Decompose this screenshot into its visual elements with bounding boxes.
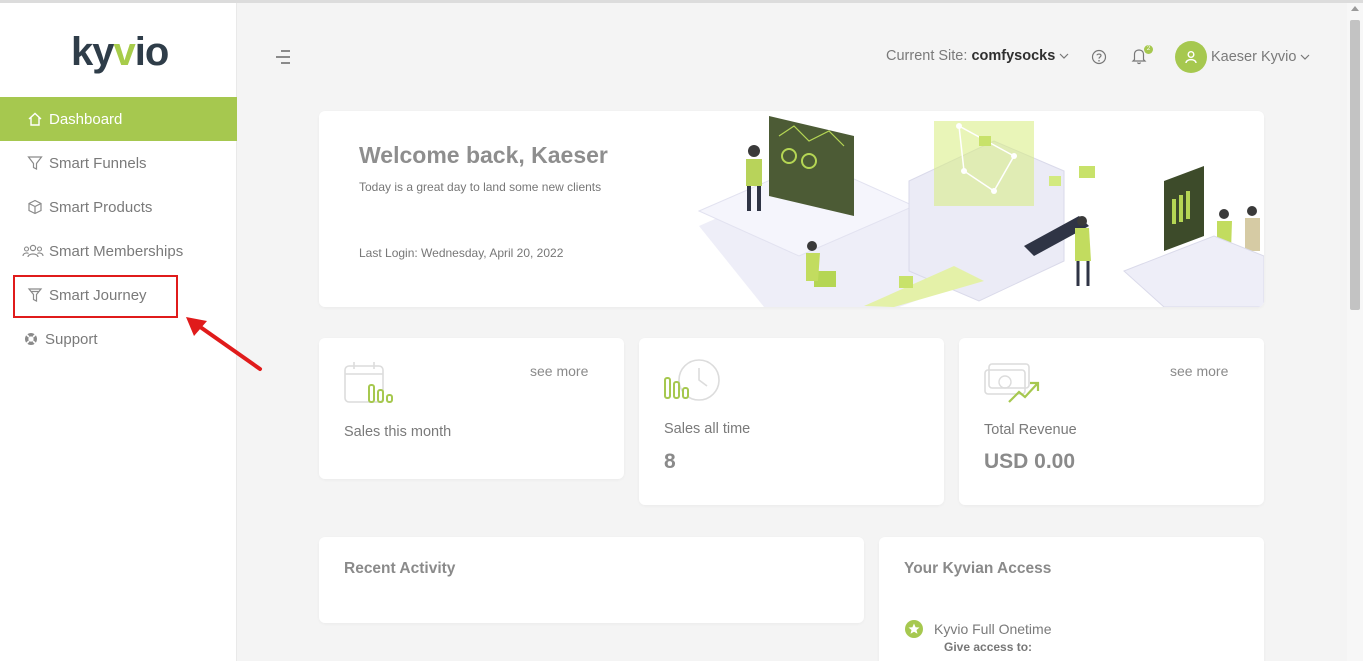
question-circle-icon <box>1091 49 1107 65</box>
sidebar-item-dashboard[interactable]: Dashboard <box>0 97 237 141</box>
star-badge-icon <box>905 620 923 638</box>
sidebar-item-label: Support <box>45 330 98 348</box>
sidebar-item-label: Dashboard <box>49 110 123 128</box>
annotation-highlight-box <box>13 275 178 318</box>
lifebuoy-icon <box>22 330 40 348</box>
card-title: Recent Activity <box>344 560 456 577</box>
sidebar-item-smart-products[interactable]: Smart Products <box>0 185 237 229</box>
kyvio-logo[interactable]: kyvio <box>71 30 169 75</box>
history-chart-icon <box>664 359 720 401</box>
menu-icon <box>276 50 290 64</box>
welcome-illustration <box>697 116 1264 307</box>
annotation-arrow-icon <box>186 317 262 371</box>
stat-label: Sales this month <box>344 424 452 440</box>
kyvian-access-card: Your Kyvian Access Kyvio Full Onetime Gi… <box>879 537 1264 661</box>
calendar-chart-icon <box>344 362 393 403</box>
card-title: Your Kyvian Access <box>904 560 1052 577</box>
money-growth-icon <box>984 363 1040 403</box>
scrollbar-thumb[interactable] <box>1350 20 1360 310</box>
users-icon <box>22 242 44 260</box>
box-icon <box>26 198 44 216</box>
sidebar-toggle-button[interactable] <box>273 48 293 66</box>
stat-value: 8 <box>664 450 676 473</box>
stat-card-total-revenue: see more Total Revenue USD 0.00 <box>959 338 1264 505</box>
sidebar-item-label: Smart Memberships <box>49 242 184 260</box>
notification-badge: 2 <box>1144 45 1153 54</box>
avatar[interactable] <box>1175 41 1207 73</box>
stat-value: USD 0.00 <box>984 450 1076 473</box>
stat-label: Sales all time <box>664 421 751 437</box>
sidebar-item-label: Smart Products <box>49 198 153 216</box>
current-site-dropdown[interactable]: Current Site: comfysocks <box>886 48 1069 64</box>
user-icon <box>1185 51 1197 64</box>
access-item: Kyvio Full Onetime <box>904 619 1051 639</box>
access-sub-label: Give access to: <box>944 640 1033 654</box>
stat-card-sales-all-time: Sales all time 8 <box>639 338 944 505</box>
stat-label: Total Revenue <box>984 422 1077 438</box>
sidebar-item-smart-memberships[interactable]: Smart Memberships <box>0 229 237 273</box>
current-site-value: comfysocks <box>971 48 1056 64</box>
see-more-link[interactable]: see more <box>530 363 588 379</box>
sidebar-item-label: Smart Funnels <box>49 154 147 172</box>
scroll-up-icon[interactable] <box>1351 6 1359 11</box>
chevron-down-icon <box>1300 49 1310 65</box>
sidebar-item-smart-funnels[interactable]: Smart Funnels <box>0 141 237 185</box>
home-icon <box>26 110 44 128</box>
welcome-subtitle: Today is a great day to land some new cl… <box>359 180 602 194</box>
stat-card-sales-month: see more Sales this month <box>319 338 624 479</box>
chevron-down-icon <box>1059 48 1069 64</box>
recent-activity-card: Recent Activity <box>319 537 864 623</box>
see-more-link[interactable]: see more <box>1170 363 1228 379</box>
help-button[interactable] <box>1091 49 1107 70</box>
welcome-title: Welcome back, Kaeser <box>359 142 608 168</box>
user-menu-dropdown[interactable]: Kaeser Kyvio <box>1211 49 1310 65</box>
welcome-card: Welcome back, Kaeser Today is a great da… <box>319 111 1264 307</box>
last-login: Last Login: Wednesday, April 20, 2022 <box>359 246 564 260</box>
funnel-icon <box>26 154 44 172</box>
